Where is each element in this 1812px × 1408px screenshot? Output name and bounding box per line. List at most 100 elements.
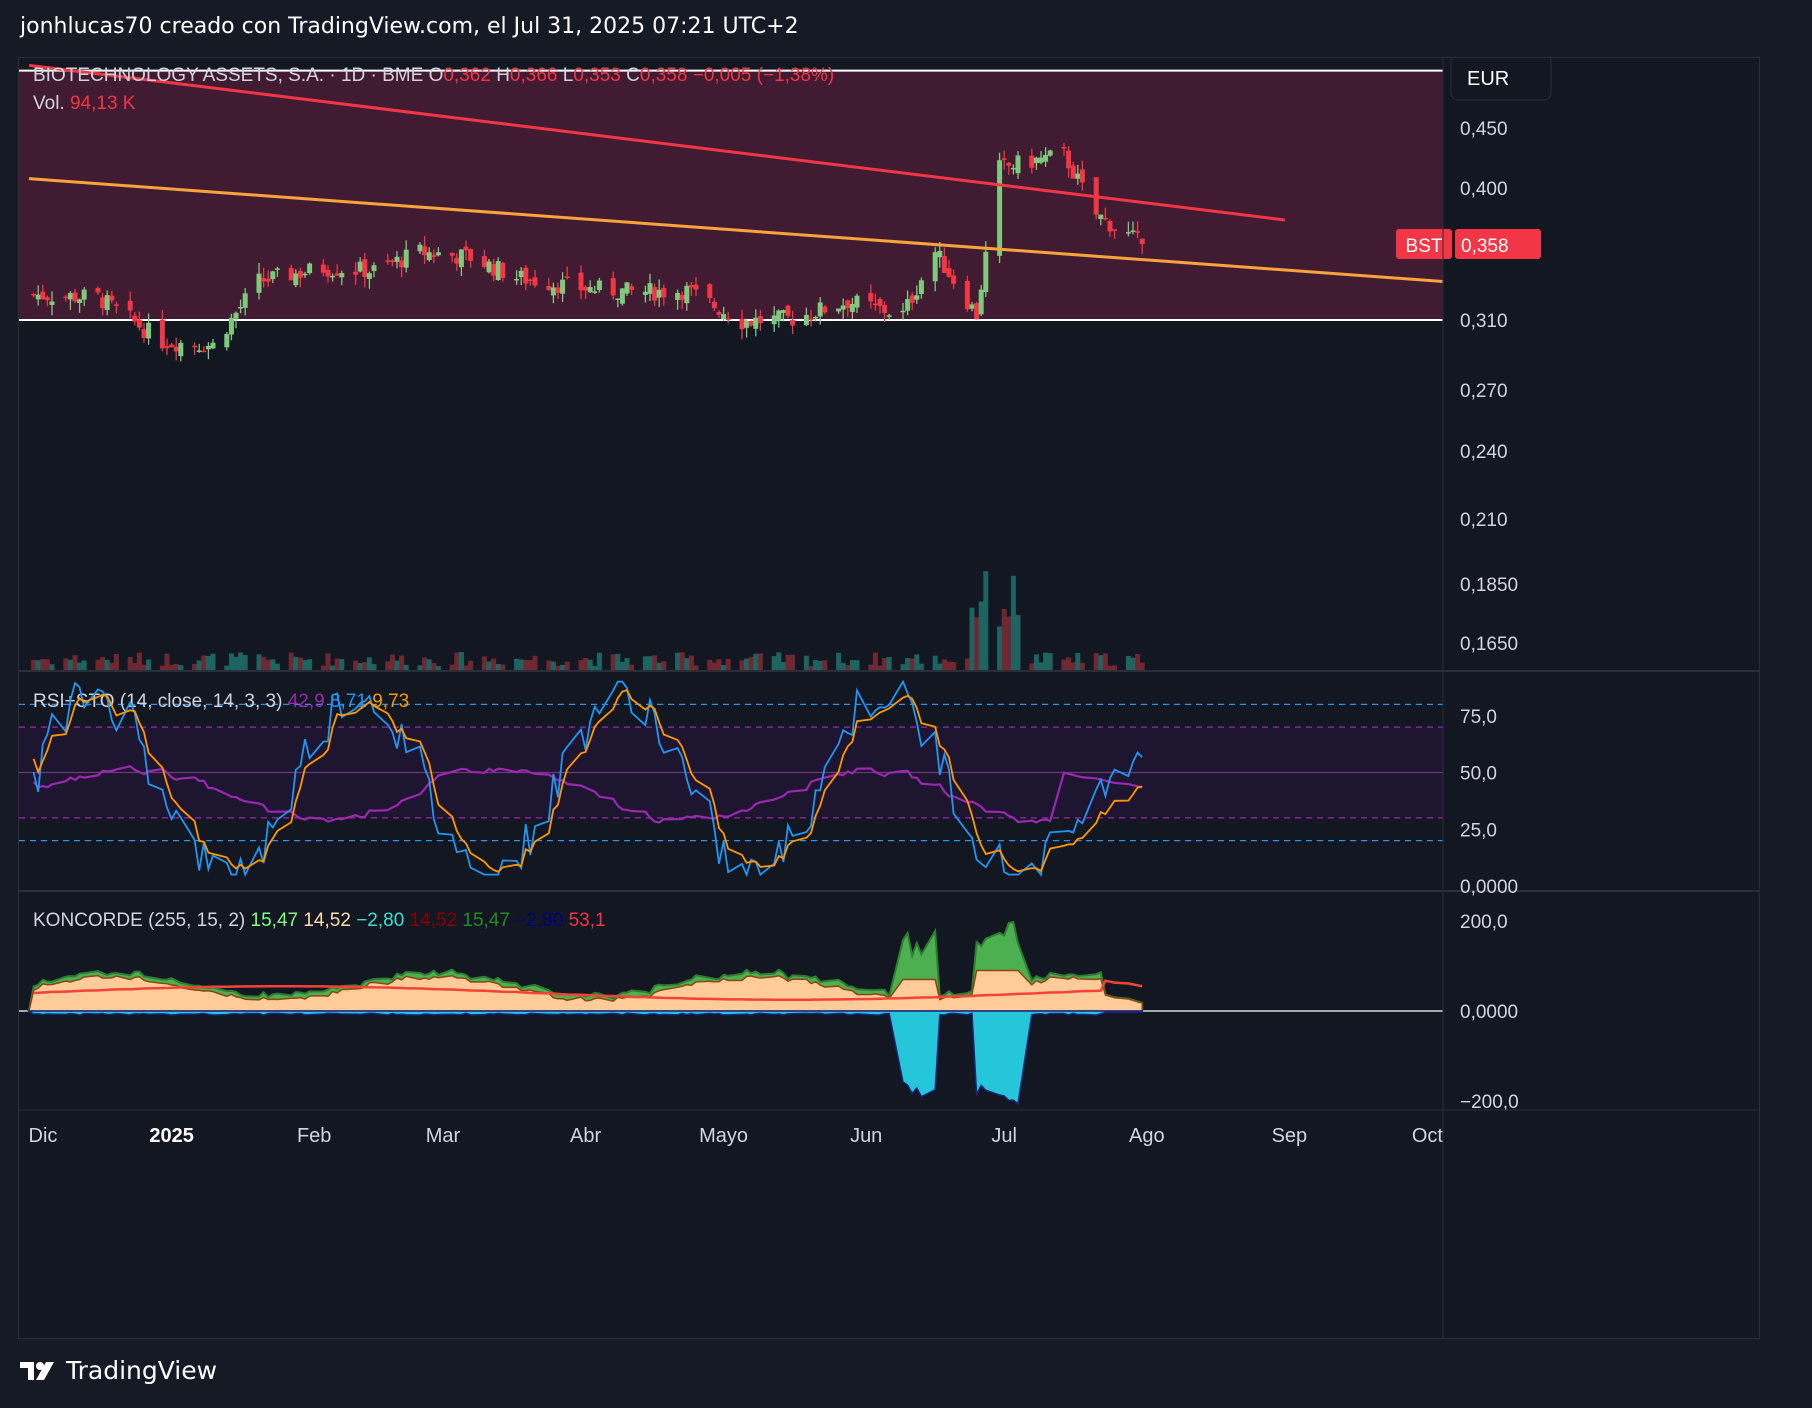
volume-bar (560, 664, 566, 670)
koncorde-blue-area (26, 1010, 1143, 1106)
volume-bar (753, 653, 759, 670)
candle-body (721, 314, 727, 319)
volume-bar (964, 658, 970, 670)
candle-body (366, 273, 372, 279)
candle-body (1038, 157, 1044, 163)
volume-bar (1093, 653, 1099, 670)
volume-bar (486, 661, 492, 670)
chart-svg[interactable]: BIOTECHNOLOGY ASSETS, S.A. · 1D · BME O0… (19, 58, 1759, 1338)
time-tick: Feb (297, 1125, 331, 1147)
price-tick: 0,400 (1460, 179, 1508, 200)
candle-body (803, 314, 809, 326)
candle-body (822, 306, 828, 313)
volume-bar (1135, 654, 1141, 670)
volume-bar (596, 652, 602, 670)
time-tick: Mar (426, 1125, 461, 1147)
legend-token: 0,362 (443, 65, 496, 86)
volume-bar (527, 660, 533, 670)
candle-body (302, 273, 308, 276)
candle-body (836, 308, 842, 312)
candle-body (330, 275, 336, 278)
volume-bar (1075, 652, 1081, 670)
price-legend: BIOTECHNOLOGY ASSETS, S.A. · 1D · BME O0… (33, 65, 834, 86)
candle-body (169, 344, 175, 348)
price-tick: 0,1850 (1460, 575, 1518, 596)
candle-body (113, 304, 119, 306)
volume-bar (100, 656, 106, 670)
candle-body (1102, 217, 1108, 220)
candle-body (918, 280, 924, 294)
candle-body (900, 310, 906, 313)
volume-bar (169, 664, 175, 670)
volume-bar (518, 659, 524, 670)
volume-bar (592, 665, 598, 670)
candle-body (192, 345, 198, 348)
candle-body (394, 256, 400, 262)
volume-bar (739, 660, 745, 670)
volume-bar (330, 665, 336, 670)
candle-body (776, 310, 782, 321)
candle-body (877, 299, 883, 306)
volume-bar (366, 657, 372, 670)
volume-bar (49, 664, 55, 670)
candle-body (261, 278, 267, 282)
volume-bar (679, 652, 685, 670)
volume-bar (431, 662, 437, 670)
candle-body (1112, 229, 1118, 231)
volume-bar (918, 663, 924, 670)
legend-token: L (563, 65, 574, 86)
candle-body (242, 293, 248, 308)
volume-bar (371, 664, 377, 670)
volume-bar (675, 652, 681, 670)
volume-bar (1107, 665, 1113, 670)
price-tick: 0,450 (1460, 119, 1508, 140)
volume-bar (1079, 662, 1085, 670)
candle-body (523, 267, 529, 284)
candle-body (596, 280, 602, 291)
candle-body (500, 262, 506, 278)
volume-bar (909, 658, 915, 670)
candle-body (1029, 155, 1035, 168)
volume-bar (822, 660, 828, 670)
volume-bar (362, 662, 368, 670)
candle-body (100, 297, 106, 309)
candle-body (840, 305, 846, 310)
candle-body (964, 280, 970, 310)
volume-bar (399, 655, 405, 670)
volume-bar (813, 659, 819, 670)
candle-body (711, 301, 717, 309)
candle-body (1047, 150, 1053, 156)
volume-bar (978, 601, 984, 670)
volume-bar (31, 659, 37, 670)
candle-body (1010, 167, 1016, 170)
volume-bar (744, 658, 750, 670)
candle-body (389, 260, 395, 263)
volume-bar (307, 659, 313, 670)
time-tick: Dic (29, 1125, 58, 1147)
volume-bar (233, 656, 239, 670)
volume-bar (325, 653, 331, 670)
volume-bar (1112, 665, 1118, 670)
time-tick: Jun (850, 1125, 882, 1147)
volume-bar (845, 665, 851, 670)
volume-bar (868, 664, 874, 670)
candle-body (1107, 220, 1113, 232)
candle-body (422, 246, 428, 256)
volume-bar (146, 659, 152, 670)
candle-body (104, 295, 110, 310)
volume-bar (905, 658, 911, 670)
candle-body (210, 342, 216, 349)
volume-bar (817, 661, 823, 670)
candle-body (1043, 154, 1049, 162)
candle-body (854, 295, 860, 308)
tradingview-footer[interactable]: TradingView (20, 1356, 217, 1385)
volume-bar (196, 660, 202, 670)
candle-body (642, 291, 648, 295)
legend-token: 94,13 K (70, 93, 136, 114)
volume-bar (67, 659, 73, 670)
candle-body (587, 287, 593, 293)
volume-bar (339, 659, 345, 670)
koncorde-tick: 0,0000 (1460, 1002, 1518, 1023)
chart-frame[interactable]: BIOTECHNOLOGY ASSETS, S.A. · 1D · BME O0… (18, 57, 1760, 1339)
volume-bar (238, 652, 244, 670)
